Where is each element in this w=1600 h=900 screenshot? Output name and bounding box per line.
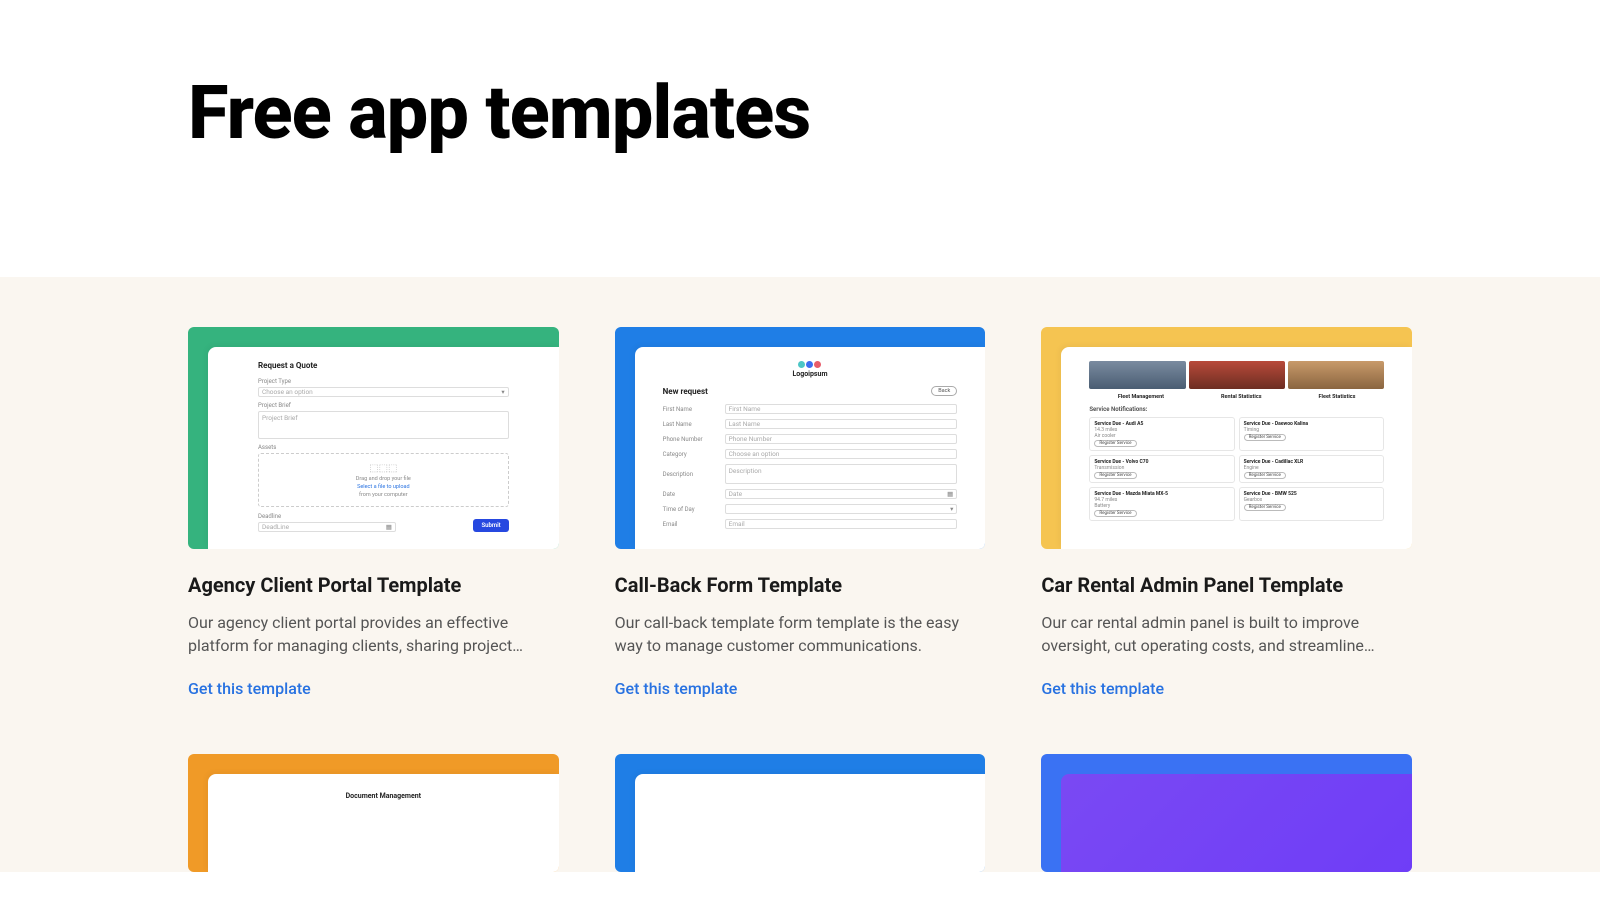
calendar-icon: ▦ bbox=[947, 490, 953, 498]
template-thumbnail[interactable]: Document Management bbox=[188, 754, 559, 872]
preview-logo: Logoipsum bbox=[663, 361, 958, 378]
preview-field-label: Description bbox=[663, 471, 719, 478]
preview-tab: Rental Statistics bbox=[1221, 394, 1262, 400]
preview-input: First Name bbox=[725, 404, 958, 414]
preview-notification-card: Service Due - BMW 525GearboxRegister Ser… bbox=[1239, 487, 1384, 521]
preview-textarea: Description bbox=[725, 464, 958, 484]
preview-tab: Fleet Management bbox=[1118, 394, 1164, 400]
preview-notification-card: Service Due - Volvo C70TransmissionRegis… bbox=[1089, 455, 1234, 483]
preview-date-input: Date▦ bbox=[725, 489, 958, 499]
preview-notification-card: Service Due - Mazda Miata MX-594.7 miles… bbox=[1089, 487, 1234, 521]
template-title: Call-Back Form Template bbox=[615, 573, 986, 597]
thumbnail-preview: Fleet Management Rental Statistics Fleet S… bbox=[1061, 347, 1412, 549]
get-template-link[interactable]: Get this template bbox=[188, 679, 559, 698]
hero: Free app templates bbox=[0, 0, 1600, 277]
preview-submit-button: Submit bbox=[473, 519, 508, 532]
template-thumbnail[interactable]: Logoipsum New request Back First NameFir… bbox=[615, 327, 986, 549]
upload-icon: ⬚⬚⬚ bbox=[369, 463, 397, 474]
template-card: Document Management bbox=[188, 754, 559, 872]
template-card: Request a Quote Project Type Choose an o… bbox=[188, 327, 559, 698]
preview-field-label: Last Name bbox=[663, 421, 719, 428]
template-thumbnail[interactable]: Fleet Management Rental Statistics Fleet S… bbox=[1041, 327, 1412, 549]
templates-grid: Request a Quote Project Type Choose an o… bbox=[188, 327, 1412, 872]
preview-select: ▾ bbox=[725, 504, 958, 514]
template-card: Logoipsum New request Back First NameFir… bbox=[615, 327, 986, 698]
preview-field-label: Phone Number bbox=[663, 436, 719, 443]
template-title: Car Rental Admin Panel Template bbox=[1041, 573, 1412, 597]
preview-field-label: Project Type bbox=[258, 378, 509, 385]
template-description: Our call-back template form template is … bbox=[615, 611, 986, 657]
template-card bbox=[1041, 754, 1412, 872]
preview-notification-card: Service Due - Daewoo KalinaTimingRegiste… bbox=[1239, 417, 1384, 451]
preview-section-title: Service Notifications: bbox=[1089, 406, 1384, 413]
preview-textarea: Project Brief bbox=[258, 411, 509, 439]
templates-section: Request a Quote Project Type Choose an o… bbox=[0, 277, 1600, 872]
preview-row: Last Name Last Name bbox=[663, 419, 958, 429]
chevron-down-icon: ▾ bbox=[501, 388, 504, 396]
preview-field-label: First Name bbox=[663, 406, 719, 413]
preview-input: Phone Number bbox=[725, 434, 958, 444]
template-card bbox=[615, 754, 986, 872]
thumbnail-preview: Logoipsum New request Back First NameFir… bbox=[635, 347, 986, 549]
preview-field-label: Assets bbox=[258, 444, 509, 451]
template-thumbnail[interactable]: Request a Quote Project Type Choose an o… bbox=[188, 327, 559, 549]
preview-image bbox=[1288, 361, 1384, 389]
template-description: Our car rental admin panel is built to i… bbox=[1041, 611, 1412, 657]
preview-heading: Request a Quote bbox=[258, 361, 509, 370]
template-thumbnail[interactable] bbox=[1041, 754, 1412, 872]
template-thumbnail[interactable] bbox=[615, 754, 986, 872]
preview-select: Choose an option▾ bbox=[258, 387, 509, 397]
get-template-link[interactable]: Get this template bbox=[615, 679, 986, 698]
preview-image bbox=[1189, 361, 1285, 389]
thumbnail-preview: Request a Quote Project Type Choose an o… bbox=[208, 347, 559, 549]
preview-field-label: Email bbox=[663, 521, 719, 528]
thumbnail-preview bbox=[1061, 774, 1412, 872]
preview-heading: New request bbox=[663, 387, 708, 396]
preview-image bbox=[1089, 361, 1185, 389]
page-title: Free app templates bbox=[188, 70, 1412, 157]
preview-tabs: Fleet Management Rental Statistics Fleet S… bbox=[1089, 394, 1384, 400]
preview-input: Choose an option bbox=[725, 449, 958, 459]
template-card: Fleet Management Rental Statistics Fleet S… bbox=[1041, 327, 1412, 698]
preview-input: Email bbox=[725, 519, 958, 529]
preview-row: First Name First Name bbox=[663, 404, 958, 414]
preview-heading: Document Management bbox=[236, 788, 531, 800]
preview-field-label: Date bbox=[663, 491, 719, 498]
thumbnail-preview bbox=[635, 774, 986, 872]
preview-input: Last Name bbox=[725, 419, 958, 429]
preview-tab: Fleet Statistics bbox=[1319, 394, 1356, 400]
preview-field-label: Deadline bbox=[258, 513, 396, 520]
preview-field-label: Time of Day bbox=[663, 506, 719, 513]
preview-back-button: Back bbox=[931, 386, 957, 396]
preview-dropzone: ⬚⬚⬚ Drag and drop your file Select a fil… bbox=[258, 453, 509, 507]
preview-field-label: Project Brief bbox=[258, 402, 509, 409]
template-title: Agency Client Portal Template bbox=[188, 573, 559, 597]
calendar-icon: ▦ bbox=[386, 523, 392, 531]
preview-row: Phone Number Phone Number bbox=[663, 434, 958, 444]
template-description: Our agency client portal provides an eff… bbox=[188, 611, 559, 657]
preview-notification-card: Service Due - Audi A514.3 milesAir coole… bbox=[1089, 417, 1234, 451]
preview-date-input: DeadLine▦ bbox=[258, 522, 396, 532]
thumbnail-preview: Document Management bbox=[208, 774, 559, 872]
chevron-down-icon: ▾ bbox=[950, 505, 953, 513]
preview-notification-card: Service Due - Cadillac XLREngineRegister… bbox=[1239, 455, 1384, 483]
preview-row: Category Choose an option bbox=[663, 449, 958, 459]
get-template-link[interactable]: Get this template bbox=[1041, 679, 1412, 698]
preview-field-label: Category bbox=[663, 451, 719, 458]
